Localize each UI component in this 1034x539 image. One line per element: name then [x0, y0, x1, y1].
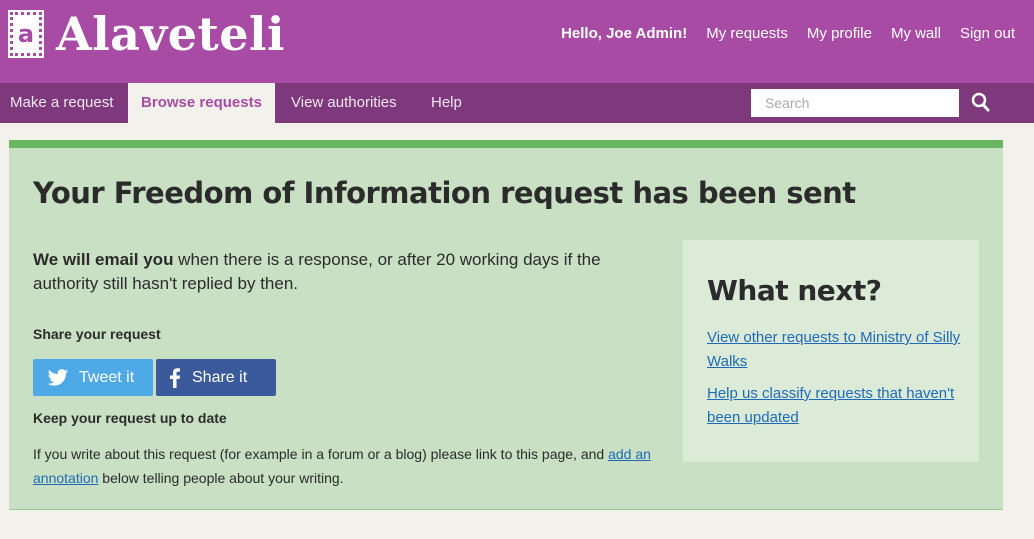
email-notice: We will email you when there is a respon…	[33, 248, 653, 296]
tweet-button[interactable]: Tweet it	[33, 359, 153, 396]
nav-view-authorities[interactable]: View authorities	[291, 83, 397, 123]
sign-out-link[interactable]: Sign out	[960, 25, 1015, 42]
keep-text-before: If you write about this request (for exa…	[33, 446, 609, 462]
request-sent-panel: Your Freedom of Information request has …	[9, 140, 1003, 510]
share-heading: Share your request	[33, 326, 161, 342]
keep-updated-heading: Keep your request up to date	[33, 410, 227, 426]
tweet-label: Tweet it	[79, 368, 135, 386]
nav-make-request[interactable]: Make a request	[10, 83, 113, 123]
keep-updated-text: If you write about this request (for exa…	[33, 442, 663, 490]
site-logo[interactable]: a Alaveteli	[8, 7, 285, 61]
classify-requests-link[interactable]: Help us classify requests that haven't b…	[707, 382, 967, 430]
account-links: Hello, Joe Admin! My requests My profile…	[561, 25, 1034, 42]
search-icon	[971, 92, 990, 112]
view-other-requests-link[interactable]: View other requests to Ministry of Silly…	[707, 326, 967, 374]
what-next-box: What next? View other requests to Minist…	[683, 240, 979, 462]
email-notice-bold: We will email you	[33, 250, 174, 269]
search-input[interactable]	[751, 89, 959, 117]
twitter-icon	[47, 368, 68, 386]
logo-icon: a	[8, 10, 44, 58]
search-button[interactable]	[968, 90, 994, 116]
logo-text: Alaveteli	[56, 7, 285, 61]
top-bar: a Alaveteli Hello, Joe Admin! My request…	[0, 0, 1034, 83]
share-label: Share it	[192, 368, 248, 386]
facebook-icon	[170, 367, 180, 388]
my-requests-link[interactable]: My requests	[706, 25, 788, 42]
nav-help[interactable]: Help	[431, 83, 462, 123]
greeting: Hello, Joe Admin!	[561, 25, 688, 42]
facebook-share-button[interactable]: Share it	[156, 359, 276, 396]
what-next-title: What next?	[707, 274, 882, 307]
my-wall-link[interactable]: My wall	[891, 25, 941, 42]
main-nav: Make a request Browse requests View auth…	[0, 83, 1034, 123]
page-title: Your Freedom of Information request has …	[33, 176, 856, 210]
nav-browse-requests[interactable]: Browse requests	[128, 83, 275, 123]
my-profile-link[interactable]: My profile	[807, 25, 872, 42]
keep-text-after: below telling people about your writing.	[98, 470, 344, 486]
